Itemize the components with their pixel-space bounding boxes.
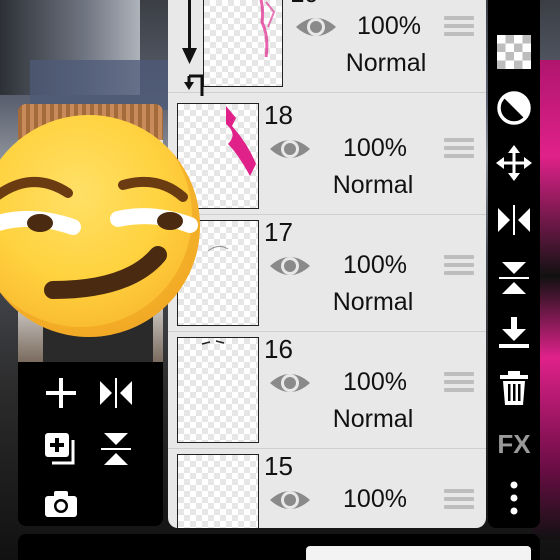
layer-opacity[interactable]: 100%	[330, 368, 420, 397]
move-icon[interactable]	[494, 143, 534, 183]
duplicate-layer-icon[interactable]	[41, 429, 81, 469]
layer-number: 16	[264, 334, 293, 364]
fx-button[interactable]: FX	[494, 424, 534, 464]
clipping-arrow-icon	[182, 0, 204, 96]
bottom-bar	[18, 534, 540, 560]
blend-mode[interactable]: Normal	[313, 171, 433, 200]
checkerboard-icon[interactable]	[494, 32, 534, 72]
add-layer-icon[interactable]	[41, 373, 81, 413]
blend-mode[interactable]: Normal	[326, 49, 446, 78]
merge-down-icon[interactable]	[494, 313, 534, 353]
trash-icon[interactable]	[494, 368, 534, 408]
layer-opacity[interactable]: 100%	[344, 12, 434, 41]
blend-mode[interactable]: Normal	[313, 405, 433, 434]
left-toolbar	[18, 362, 163, 526]
visibility-eye-icon[interactable]	[268, 368, 312, 398]
layer-number: 15	[264, 451, 293, 481]
drag-handle-icon[interactable]	[444, 372, 474, 396]
drag-handle-icon[interactable]	[444, 489, 474, 513]
visibility-eye-icon[interactable]	[294, 12, 338, 42]
layer-row[interactable]: 15 100%	[168, 449, 486, 528]
layer-thumbnail[interactable]	[177, 337, 259, 443]
smirk-emoji	[0, 115, 200, 337]
blend-mode[interactable]: Normal	[313, 288, 433, 317]
bottom-panel-field[interactable]	[306, 546, 531, 560]
invert-icon[interactable]	[494, 88, 534, 128]
layer-opacity[interactable]: 100%	[330, 134, 420, 163]
visibility-eye-icon[interactable]	[268, 251, 312, 281]
layer-row[interactable]: 18 100% Normal	[168, 98, 486, 215]
right-toolbar: FX	[488, 0, 540, 528]
layer-list: 19 100% Normal 18 100% Normal 17 100% No…	[168, 0, 486, 528]
layer-thumbnail[interactable]	[203, 0, 283, 87]
camera-icon[interactable]	[41, 484, 81, 524]
flip-vertical-icon[interactable]	[96, 429, 136, 469]
drag-handle-icon[interactable]	[444, 255, 474, 279]
flip-horizontal-icon[interactable]	[96, 373, 136, 413]
canvas-detail	[30, 60, 170, 110]
layer-opacity[interactable]: 100%	[330, 251, 420, 280]
layer-row[interactable]: 17 100% Normal	[168, 215, 486, 332]
layer-number: 18	[264, 100, 293, 130]
layer-number: 19	[290, 0, 319, 9]
more-icon[interactable]	[494, 478, 534, 518]
flip-vertical-icon[interactable]	[494, 258, 534, 298]
drag-handle-icon[interactable]	[444, 138, 474, 162]
layer-thumbnail[interactable]	[177, 454, 259, 528]
flip-horizontal-icon[interactable]	[494, 200, 534, 240]
layer-row[interactable]: 16 100% Normal	[168, 332, 486, 449]
visibility-eye-icon[interactable]	[268, 485, 312, 515]
layer-row[interactable]: 19 100% Normal	[168, 0, 486, 96]
layer-opacity[interactable]: 100%	[330, 485, 420, 514]
layer-number: 17	[264, 217, 293, 247]
visibility-eye-icon[interactable]	[268, 134, 312, 164]
drag-handle-icon[interactable]	[444, 16, 474, 40]
